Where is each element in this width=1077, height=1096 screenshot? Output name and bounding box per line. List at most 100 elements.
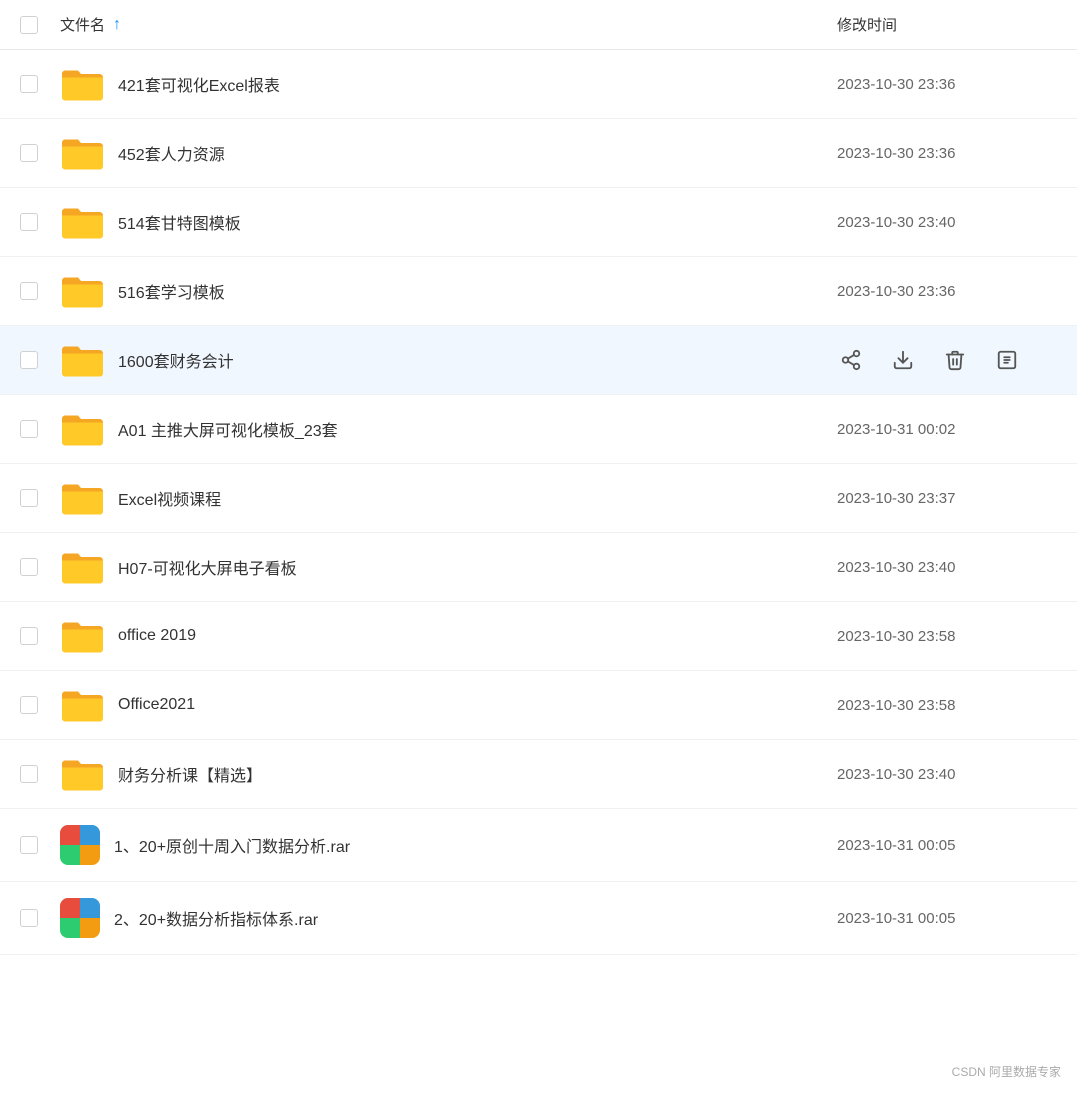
row-checkbox[interactable]	[20, 75, 38, 93]
file-name-cell: Office2021	[60, 687, 837, 723]
file-name-text: Office2021	[118, 696, 195, 714]
folder-icon	[60, 204, 104, 240]
row-checkbox[interactable]	[20, 696, 38, 714]
row-checkbox[interactable]	[20, 489, 38, 507]
file-date: 2023-10-30 23:58	[837, 628, 1057, 645]
file-date: 2023-10-30 23:58	[837, 697, 1057, 714]
file-name-cell: 514套甘特图模板	[60, 204, 837, 240]
sort-icon[interactable]: ↑	[113, 16, 121, 34]
row-checkbox-area	[20, 558, 60, 576]
row-checkbox-area	[20, 909, 60, 927]
folder-icon	[60, 66, 104, 102]
date-column-header: 修改时间	[837, 14, 1057, 35]
row-checkbox[interactable]	[20, 765, 38, 783]
list-item[interactable]: Excel视频课程 2023-10-30 23:37	[0, 464, 1077, 533]
file-name-text: 1600套财务会计	[118, 348, 234, 372]
file-date: 2023-10-31 00:05	[837, 837, 1057, 854]
rar-file-icon	[60, 825, 100, 865]
info-button[interactable]	[993, 346, 1021, 374]
list-item[interactable]: 421套可视化Excel报表 2023-10-30 23:36	[0, 50, 1077, 119]
header-checkbox-area	[20, 16, 60, 34]
file-list: 文件名 ↑ 修改时间 421套可视化Excel报表 2023-10-30 23:…	[0, 0, 1077, 955]
delete-button[interactable]	[941, 346, 969, 374]
file-name-cell: 1、20+原创十周入门数据分析.rar	[60, 825, 837, 865]
folder-icon	[60, 549, 104, 585]
file-name-text: 2、20+数据分析指标体系.rar	[114, 906, 318, 930]
file-name-text: Excel视频课程	[118, 486, 221, 510]
filename-column-header: 文件名 ↑	[60, 14, 837, 35]
file-name-cell: 516套学习模板	[60, 273, 837, 309]
row-checkbox-area	[20, 282, 60, 300]
header-checkbox[interactable]	[20, 16, 38, 34]
file-name-text: 516套学习模板	[118, 279, 225, 303]
share-button[interactable]	[837, 346, 865, 374]
file-name-cell: 452套人力资源	[60, 135, 837, 171]
file-date: 2023-10-30 23:40	[837, 766, 1057, 783]
file-date: 2023-10-30 23:40	[837, 214, 1057, 231]
folder-icon	[60, 411, 104, 447]
row-checkbox-area	[20, 627, 60, 645]
folder-icon	[60, 756, 104, 792]
row-checkbox[interactable]	[20, 627, 38, 645]
file-name-text: 452套人力资源	[118, 141, 225, 165]
folder-icon	[60, 480, 104, 516]
list-item[interactable]: office 2019 2023-10-30 23:58	[0, 602, 1077, 671]
row-checkbox-area	[20, 144, 60, 162]
row-checkbox[interactable]	[20, 420, 38, 438]
row-checkbox-area	[20, 75, 60, 93]
row-checkbox-area	[20, 696, 60, 714]
list-item[interactable]: A01 主推大屏可视化模板_23套 2023-10-31 00:02	[0, 395, 1077, 464]
list-item[interactable]: 452套人力资源 2023-10-30 23:36	[0, 119, 1077, 188]
file-date: 2023-10-31 00:05	[837, 910, 1057, 927]
row-checkbox[interactable]	[20, 909, 38, 927]
folder-icon	[60, 342, 104, 378]
file-name-cell: 2、20+数据分析指标体系.rar	[60, 898, 837, 938]
list-item[interactable]: 1600套财务会计	[0, 326, 1077, 395]
list-item[interactable]: 516套学习模板 2023-10-30 23:36	[0, 257, 1077, 326]
row-checkbox-area	[20, 836, 60, 854]
file-name-cell: Excel视频课程	[60, 480, 837, 516]
file-name-text: 财务分析课【精选】	[118, 762, 262, 786]
row-checkbox[interactable]	[20, 213, 38, 231]
file-name-cell: 421套可视化Excel报表	[60, 66, 837, 102]
list-item[interactable]: 514套甘特图模板 2023-10-30 23:40	[0, 188, 1077, 257]
row-checkbox-area	[20, 765, 60, 783]
row-action-buttons	[837, 346, 1057, 374]
rar-file-icon	[60, 898, 100, 938]
row-checkbox-area	[20, 213, 60, 231]
file-name-text: 1、20+原创十周入门数据分析.rar	[114, 833, 350, 857]
file-name-text: 514套甘特图模板	[118, 210, 241, 234]
file-name-text: A01 主推大屏可视化模板_23套	[118, 417, 338, 441]
file-name-cell: A01 主推大屏可视化模板_23套	[60, 411, 837, 447]
list-item[interactable]: 2、20+数据分析指标体系.rar 2023-10-31 00:05	[0, 882, 1077, 955]
file-name-cell: 1600套财务会计	[60, 342, 837, 378]
folder-icon	[60, 135, 104, 171]
list-item[interactable]: 财务分析课【精选】 2023-10-30 23:40	[0, 740, 1077, 809]
folder-icon	[60, 618, 104, 654]
list-item[interactable]: 1、20+原创十周入门数据分析.rar 2023-10-31 00:05	[0, 809, 1077, 882]
list-item[interactable]: Office2021 2023-10-30 23:58	[0, 671, 1077, 740]
file-date: 2023-10-30 23:36	[837, 145, 1057, 162]
file-name-text: H07-可视化大屏电子看板	[118, 555, 297, 579]
download-button[interactable]	[889, 346, 917, 374]
file-name-text: 421套可视化Excel报表	[118, 72, 280, 96]
list-item[interactable]: H07-可视化大屏电子看板 2023-10-30 23:40	[0, 533, 1077, 602]
file-date: 2023-10-30 23:40	[837, 559, 1057, 576]
folder-icon	[60, 687, 104, 723]
watermark: CSDN 阿里数据专家	[952, 1063, 1061, 1080]
file-date: 2023-10-31 00:02	[837, 421, 1057, 438]
file-name-cell: 财务分析课【精选】	[60, 756, 837, 792]
file-name-cell: H07-可视化大屏电子看板	[60, 549, 837, 585]
row-checkbox[interactable]	[20, 144, 38, 162]
file-date: 2023-10-30 23:36	[837, 76, 1057, 93]
row-checkbox[interactable]	[20, 282, 38, 300]
filename-label: 文件名	[60, 14, 105, 35]
row-checkbox-area	[20, 351, 60, 369]
row-checkbox[interactable]	[20, 558, 38, 576]
row-checkbox[interactable]	[20, 836, 38, 854]
file-name-text: office 2019	[118, 627, 196, 645]
row-checkbox[interactable]	[20, 351, 38, 369]
file-name-cell: office 2019	[60, 618, 837, 654]
file-date: 2023-10-30 23:37	[837, 490, 1057, 507]
file-rows-container: 421套可视化Excel报表 2023-10-30 23:36 452套人力资源…	[0, 50, 1077, 955]
